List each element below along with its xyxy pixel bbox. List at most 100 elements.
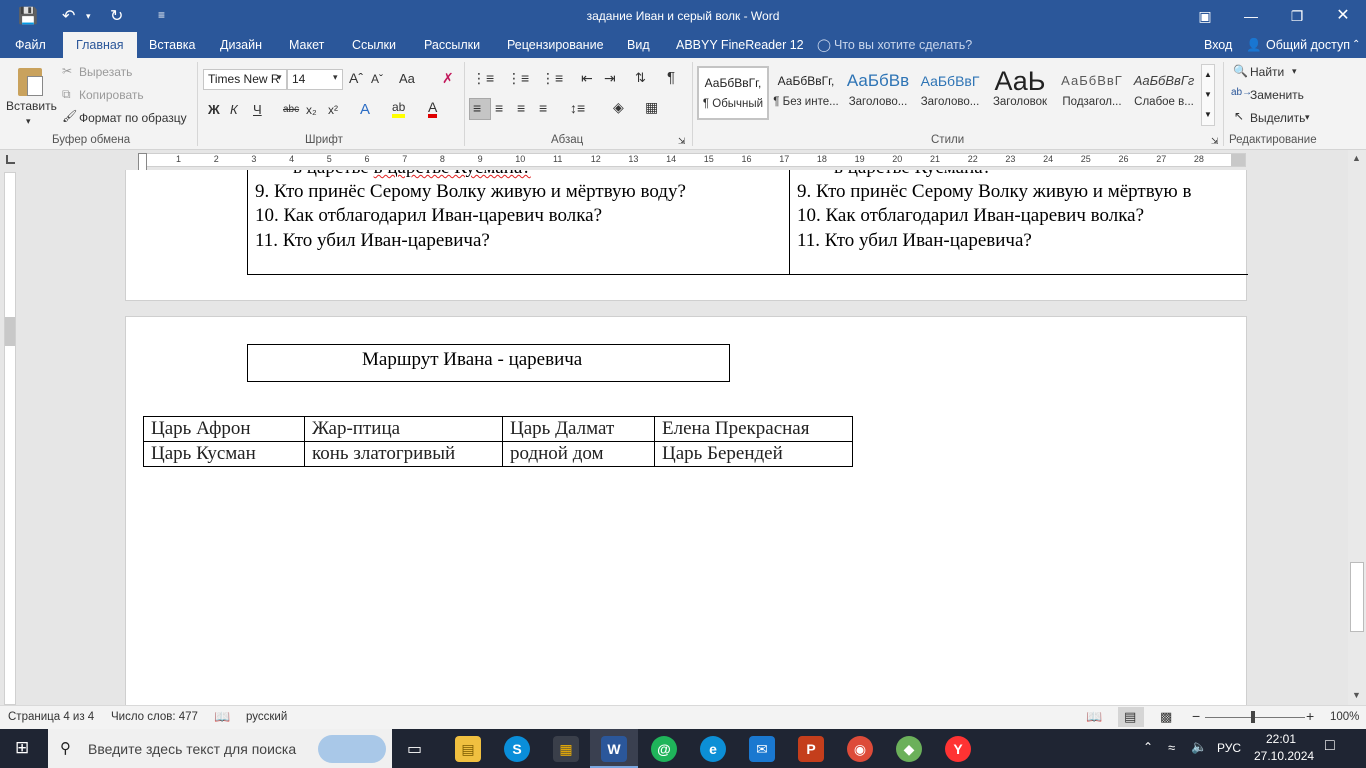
- tab-design[interactable]: Дизайн: [220, 32, 262, 58]
- tray-chevron-icon[interactable]: ⌃: [1143, 740, 1153, 754]
- yandex-browser-icon[interactable]: Y: [945, 736, 971, 762]
- style-subtle-emphasis[interactable]: АаБбВвГг Слабое в...: [1128, 66, 1200, 120]
- task-view-icon[interactable]: ▭: [407, 739, 422, 759]
- copy-icon[interactable]: ⧉: [62, 87, 71, 102]
- clear-formatting-icon[interactable]: ✗: [442, 70, 454, 87]
- sort-icon[interactable]: ⇅: [635, 70, 646, 86]
- cut-icon[interactable]: ✂: [62, 64, 72, 78]
- tab-references[interactable]: Ссылки: [352, 32, 396, 58]
- ribbon-display-options-icon[interactable]: ▣: [1182, 0, 1228, 32]
- web-layout-icon[interactable]: ▩: [1160, 709, 1172, 725]
- tab-home[interactable]: Главная: [63, 32, 137, 58]
- font-size-dropdown-icon[interactable]: ▾: [333, 72, 338, 83]
- borders-icon[interactable]: ▦: [645, 99, 658, 116]
- text-effects-icon[interactable]: A: [360, 101, 370, 118]
- font-name-dropdown-icon[interactable]: ▾: [277, 72, 282, 83]
- language-indicator[interactable]: русский: [246, 711, 287, 723]
- highlight-icon[interactable]: ab: [392, 100, 406, 118]
- style-title[interactable]: АаЬ Заголовок: [984, 66, 1056, 120]
- read-mode-icon[interactable]: 📖: [1086, 709, 1102, 725]
- align-center-icon[interactable]: ≡: [495, 100, 503, 116]
- clock-time[interactable]: 22:01: [1266, 732, 1296, 746]
- tell-me-input[interactable]: Что вы хотите сделать?: [834, 32, 972, 58]
- cut-button[interactable]: Вырезать: [79, 65, 132, 79]
- collapse-ribbon-icon[interactable]: ⌃: [1352, 32, 1360, 58]
- font-color-icon[interactable]: A: [428, 100, 438, 118]
- notifications-icon[interactable]: □: [1325, 737, 1335, 755]
- style-no-spacing[interactable]: АаБбВвГг, ¶ Без инте...: [770, 66, 842, 120]
- style-heading-2[interactable]: АаБбВвГ Заголово...: [914, 66, 986, 120]
- style-normal[interactable]: АаБбВвГг, ¶ Обычный: [697, 66, 769, 120]
- zoom-in-icon[interactable]: +: [1306, 708, 1314, 724]
- tab-mailings[interactable]: Рассылки: [424, 32, 480, 58]
- volume-icon[interactable]: 🔈: [1191, 739, 1207, 755]
- file-explorer-icon[interactable]: ▤: [455, 736, 481, 762]
- line-spacing-icon[interactable]: ↕≡: [570, 100, 585, 116]
- zoom-level[interactable]: 100%: [1330, 711, 1359, 723]
- grow-font-icon[interactable]: Aˆ: [349, 70, 363, 86]
- align-right-icon[interactable]: ≡: [517, 100, 525, 116]
- font-name-select[interactable]: Times New R: [203, 69, 287, 90]
- multilevel-list-icon[interactable]: ⋮≡: [541, 70, 563, 87]
- shrink-font-icon[interactable]: Aˇ: [371, 72, 383, 86]
- proofing-icon[interactable]: 📖: [214, 709, 230, 725]
- clock-date[interactable]: 27.10.2024: [1254, 749, 1314, 763]
- zoom-out-icon[interactable]: −: [1192, 708, 1200, 724]
- select-icon[interactable]: ↖: [1234, 109, 1244, 123]
- tab-abbyy[interactable]: ABBYY FineReader 12: [676, 32, 804, 58]
- justify-icon[interactable]: ≡: [539, 100, 547, 116]
- restore-icon[interactable]: ❐: [1274, 0, 1320, 32]
- bold-button[interactable]: Ж: [208, 102, 220, 117]
- tell-me-icon[interactable]: ◯: [817, 32, 831, 58]
- increase-indent-icon[interactable]: ⇥: [604, 70, 616, 87]
- sign-in-link[interactable]: Вход: [1204, 32, 1232, 58]
- edge-icon[interactable]: e: [700, 736, 726, 762]
- format-painter-button[interactable]: Формат по образцу: [79, 111, 187, 125]
- style-heading-1[interactable]: АаБбВв Заголово...: [842, 66, 914, 120]
- search-box[interactable]: ⚲ Введите здесь текст для поиска: [48, 729, 392, 768]
- tab-layout[interactable]: Макет: [289, 32, 324, 58]
- replace-icon[interactable]: ab→: [1231, 87, 1252, 98]
- paste-button[interactable]: Вставить: [6, 99, 57, 113]
- replace-button[interactable]: Заменить: [1250, 88, 1304, 102]
- skype-icon[interactable]: S: [504, 736, 530, 762]
- zoom-slider[interactable]: [1205, 717, 1305, 718]
- format-painter-icon[interactable]: 🖌: [62, 109, 77, 123]
- tab-view[interactable]: Вид: [627, 32, 650, 58]
- decrease-indent-icon[interactable]: ⇤: [581, 70, 593, 87]
- indent-marker-icon[interactable]: [138, 153, 147, 171]
- style-subtitle[interactable]: АаБбВвГ Подзагол...: [1056, 66, 1128, 120]
- app-globe-icon[interactable]: ◆: [896, 736, 922, 762]
- tab-selector-icon[interactable]: [6, 155, 15, 164]
- vertical-scrollbar[interactable]: ▲ ▼: [1348, 150, 1366, 705]
- show-marks-icon[interactable]: ¶: [667, 69, 675, 86]
- share-button[interactable]: Общий доступ: [1266, 32, 1350, 58]
- vertical-ruler[interactable]: [4, 172, 16, 705]
- find-button[interactable]: Найти: [1250, 65, 1284, 79]
- start-icon[interactable]: ⊞: [15, 738, 29, 758]
- styles-gallery-scroll[interactable]: ▲ ▼ ▼: [1201, 64, 1215, 126]
- paste-icon[interactable]: [16, 64, 46, 98]
- select-dropdown-icon[interactable]: ▾: [1305, 112, 1310, 123]
- strikethrough-button[interactable]: abc: [283, 104, 299, 115]
- change-case-button[interactable]: Aa: [399, 71, 415, 86]
- tab-review[interactable]: Рецензирование: [507, 32, 604, 58]
- input-language[interactable]: РУС: [1217, 741, 1241, 755]
- italic-button[interactable]: К: [230, 102, 238, 117]
- network-icon[interactable]: ≈: [1168, 740, 1175, 755]
- powerpoint-icon[interactable]: P: [798, 736, 824, 762]
- tab-file[interactable]: Файл: [15, 32, 46, 58]
- horizontal-ruler[interactable]: 1 2 3 4 5 6 7 8 9 10 11 12 13 14 15 16 17 18 19 20 21 22 23 24 2…: [138, 153, 1246, 167]
- find-dropdown-icon[interactable]: ▾: [1292, 66, 1297, 77]
- copy-button[interactable]: Копировать: [79, 88, 144, 102]
- mail-ru-icon[interactable]: @: [651, 736, 677, 762]
- superscript-icon[interactable]: x²: [328, 103, 338, 117]
- find-icon[interactable]: 🔍: [1233, 64, 1248, 78]
- word-taskbar-button[interactable]: W: [590, 729, 638, 768]
- close-icon[interactable]: ✕: [1320, 0, 1366, 32]
- scroll-down-icon[interactable]: ▼: [1352, 690, 1361, 700]
- chrome-icon[interactable]: ◉: [847, 736, 873, 762]
- bullets-icon[interactable]: ⋮≡: [472, 70, 494, 87]
- subscript-icon[interactable]: x₂: [306, 103, 317, 117]
- mail-icon[interactable]: ✉: [749, 736, 775, 762]
